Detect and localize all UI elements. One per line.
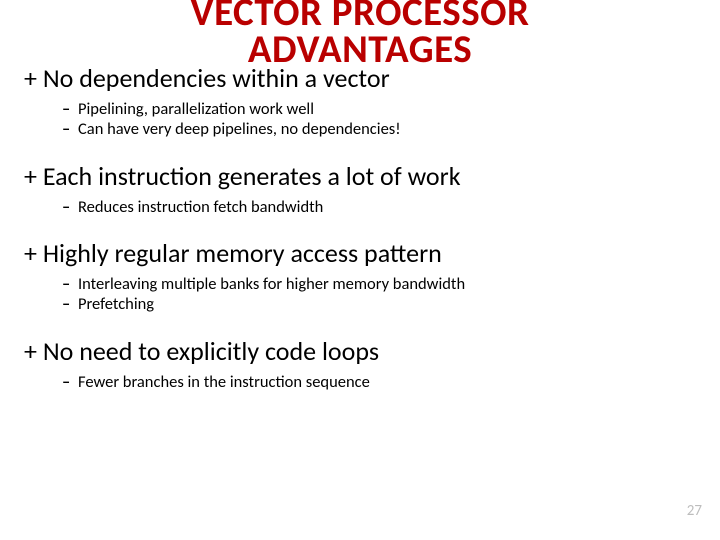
dash-icon: –: [62, 274, 78, 295]
sub-bullet: – Prefetching: [62, 294, 696, 315]
sub-list-2: – Reduces instruction fetch bandwidth: [62, 197, 696, 218]
sub-bullet: – Pipelining, parallelization work well: [62, 99, 696, 120]
sub-list-3: – Interleaving multiple banks for higher…: [62, 274, 696, 315]
slide-title: VECTOR PROCESSOR ADVANTAGES: [24, 0, 696, 68]
sub-list-1: – Pipelining, parallelization work well …: [62, 99, 696, 140]
dash-icon: –: [62, 294, 78, 315]
sub-list-4: – Fewer branches in the instruction sequ…: [62, 372, 696, 393]
sub-bullet: – Fewer branches in the instruction sequ…: [62, 372, 696, 393]
sub-bullet: – Interleaving multiple banks for higher…: [62, 274, 696, 295]
dash-icon: –: [62, 99, 78, 120]
sub-bullet-text: Can have very deep pipelines, no depende…: [78, 119, 401, 140]
bullet-heading-3: + Highly regular memory access pattern: [24, 239, 696, 268]
bullet-heading-4: + No need to explicitly code loops: [24, 337, 696, 366]
sub-bullet-text: Fewer branches in the instruction sequen…: [78, 372, 370, 393]
sub-bullet-text: Interleaving multiple banks for higher m…: [78, 274, 465, 295]
sub-bullet: – Reduces instruction fetch bandwidth: [62, 197, 696, 218]
sub-bullet-text: Reduces instruction fetch bandwidth: [78, 197, 323, 218]
sub-bullet-text: Pipelining, parallelization work well: [78, 99, 314, 120]
bullet-heading-1: + No dependencies within a vector: [24, 64, 696, 93]
sub-bullet-text: Prefetching: [78, 294, 154, 315]
slide: VECTOR PROCESSOR ADVANTAGES + No depende…: [0, 0, 720, 534]
page-number: 27: [687, 502, 702, 520]
dash-icon: –: [62, 119, 78, 140]
bullet-heading-2: + Each instruction generates a lot of wo…: [24, 162, 696, 191]
dash-icon: –: [62, 372, 78, 393]
sub-bullet: – Can have very deep pipelines, no depen…: [62, 119, 696, 140]
dash-icon: –: [62, 197, 78, 218]
